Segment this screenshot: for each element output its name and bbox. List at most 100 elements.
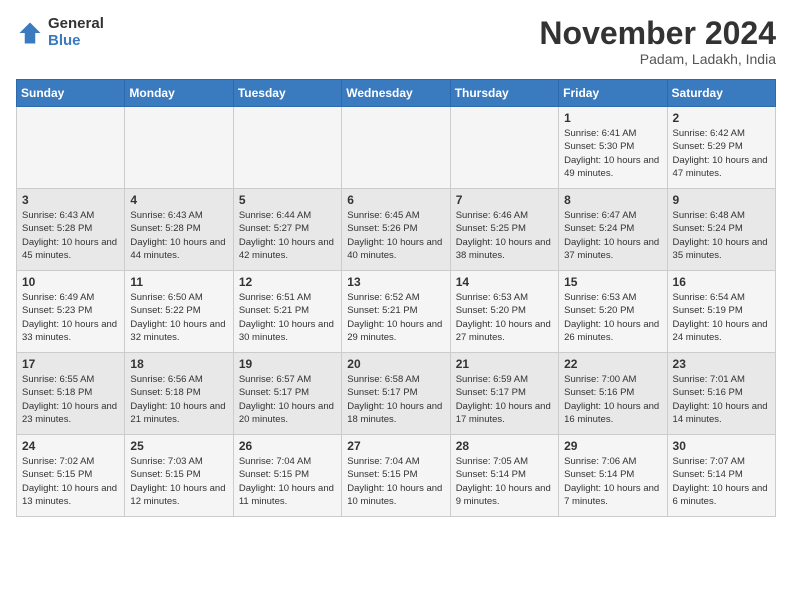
calendar-cell: 21Sunrise: 6:59 AM Sunset: 5:17 PM Dayli… — [450, 353, 558, 435]
calendar-cell: 3 Sunrise: 6:43 AM Sunset: 5:28 PM Daylig… — [17, 189, 125, 271]
day-number: 9 — [673, 193, 770, 207]
week-row-3: 10 Sunrise: 6:49 AM Sunset: 5:23 PM Dayli… — [17, 271, 776, 353]
day-info: Sunrise: 7:02 AM Sunset: 5:15 PM Dayligh… — [22, 455, 119, 508]
calendar-cell — [233, 107, 341, 189]
day-info: Sunrise: 7:05 AM Sunset: 5:14 PM Dayligh… — [456, 455, 553, 508]
day-number: 4 — [130, 193, 227, 207]
day-number: 27 — [347, 439, 444, 453]
calendar-cell: 28Sunrise: 7:05 AM Sunset: 5:14 PM Dayli… — [450, 435, 558, 517]
day-number: 10 — [22, 275, 119, 289]
calendar-cell: 2 Sunrise: 6:42 AM Sunset: 5:29 PM Daylig… — [667, 107, 775, 189]
day-number: 29 — [564, 439, 661, 453]
day-number: 25 — [130, 439, 227, 453]
calendar-cell: 19 Sunrise: 6:57 AM Sunset: 5:17 PM Dayli… — [233, 353, 341, 435]
week-row-4: 17Sunrise: 6:55 AM Sunset: 5:18 PM Dayli… — [17, 353, 776, 435]
day-number: 7 — [456, 193, 553, 207]
day-number: 8 — [564, 193, 661, 207]
month-title: November 2024 — [539, 16, 776, 51]
header-monday: Monday — [125, 80, 233, 107]
header-wednesday: Wednesday — [342, 80, 450, 107]
header-saturday: Saturday — [667, 80, 775, 107]
day-info: Sunrise: 7:04 AM Sunset: 5:15 PM Dayligh… — [239, 455, 336, 508]
day-info: Sunrise: 7:07 AM Sunset: 5:14 PM Dayligh… — [673, 455, 770, 508]
logo: General Blue — [16, 16, 104, 49]
day-number: 11 — [130, 275, 227, 289]
calendar-cell: 4 Sunrise: 6:43 AM Sunset: 5:28 PM Daylig… — [125, 189, 233, 271]
day-number: 2 — [673, 111, 770, 125]
day-number: 16 — [673, 275, 770, 289]
day-info: Sunrise: 6:59 AM Sunset: 5:17 PM Dayligh… — [456, 373, 553, 426]
day-info: Sunrise: 7:01 AM Sunset: 5:16 PM Dayligh… — [673, 373, 770, 426]
calendar-cell — [17, 107, 125, 189]
day-info: Sunrise: 6:42 AM Sunset: 5:29 PM Dayligh… — [673, 127, 770, 180]
day-number: 18 — [130, 357, 227, 371]
header-tuesday: Tuesday — [233, 80, 341, 107]
calendar-cell: 20 Sunrise: 6:58 AM Sunset: 5:17 PM Dayli… — [342, 353, 450, 435]
header-friday: Friday — [559, 80, 667, 107]
calendar-cell: 7 Sunrise: 6:46 AM Sunset: 5:25 PM Daylig… — [450, 189, 558, 271]
calendar-cell — [125, 107, 233, 189]
day-number: 13 — [347, 275, 444, 289]
day-info: Sunrise: 6:52 AM Sunset: 5:21 PM Dayligh… — [347, 291, 444, 344]
day-info: Sunrise: 6:41 AM Sunset: 5:30 PM Dayligh… — [564, 127, 661, 180]
day-info: Sunrise: 6:50 AM Sunset: 5:22 PM Dayligh… — [130, 291, 227, 344]
logo-icon — [16, 19, 44, 47]
day-info: Sunrise: 6:43 AM Sunset: 5:28 PM Dayligh… — [22, 209, 119, 262]
logo-blue-text: Blue — [48, 33, 104, 50]
calendar-cell: 18Sunrise: 6:56 AM Sunset: 5:18 PM Dayli… — [125, 353, 233, 435]
calendar-cell: 13 Sunrise: 6:52 AM Sunset: 5:21 PM Dayli… — [342, 271, 450, 353]
day-info: Sunrise: 7:03 AM Sunset: 5:15 PM Dayligh… — [130, 455, 227, 508]
calendar-cell: 11 Sunrise: 6:50 AM Sunset: 5:22 PM Dayli… — [125, 271, 233, 353]
day-info: Sunrise: 6:46 AM Sunset: 5:25 PM Dayligh… — [456, 209, 553, 262]
calendar-cell: 25 Sunrise: 7:03 AM Sunset: 5:15 PM Dayli… — [125, 435, 233, 517]
day-number: 6 — [347, 193, 444, 207]
day-number: 5 — [239, 193, 336, 207]
day-info: Sunrise: 6:57 AM Sunset: 5:17 PM Dayligh… — [239, 373, 336, 426]
week-row-1: 1 Sunrise: 6:41 AM Sunset: 5:30 PM Daylig… — [17, 107, 776, 189]
calendar-cell — [342, 107, 450, 189]
calendar-cell: 17Sunrise: 6:55 AM Sunset: 5:18 PM Dayli… — [17, 353, 125, 435]
calendar-cell: 23 Sunrise: 7:01 AM Sunset: 5:16 PM Dayli… — [667, 353, 775, 435]
calendar-header: SundayMondayTuesdayWednesdayThursdayFrid… — [17, 80, 776, 107]
calendar-cell: 29 Sunrise: 7:06 AM Sunset: 5:14 PM Dayli… — [559, 435, 667, 517]
calendar-cell: 27 Sunrise: 7:04 AM Sunset: 5:15 PM Dayli… — [342, 435, 450, 517]
day-info: Sunrise: 6:45 AM Sunset: 5:26 PM Dayligh… — [347, 209, 444, 262]
calendar-body: 1 Sunrise: 6:41 AM Sunset: 5:30 PM Daylig… — [17, 107, 776, 517]
day-number: 19 — [239, 357, 336, 371]
day-number: 26 — [239, 439, 336, 453]
day-number: 1 — [564, 111, 661, 125]
calendar-cell: 8Sunrise: 6:47 AM Sunset: 5:24 PM Daylig… — [559, 189, 667, 271]
day-info: Sunrise: 6:58 AM Sunset: 5:17 PM Dayligh… — [347, 373, 444, 426]
day-number: 14 — [456, 275, 553, 289]
calendar-cell: 16 Sunrise: 6:54 AM Sunset: 5:19 PM Dayli… — [667, 271, 775, 353]
week-row-2: 3 Sunrise: 6:43 AM Sunset: 5:28 PM Daylig… — [17, 189, 776, 271]
calendar-cell: 30Sunrise: 7:07 AM Sunset: 5:14 PM Dayli… — [667, 435, 775, 517]
day-number: 3 — [22, 193, 119, 207]
header-thursday: Thursday — [450, 80, 558, 107]
day-info: Sunrise: 6:54 AM Sunset: 5:19 PM Dayligh… — [673, 291, 770, 344]
title-block: November 2024 Padam, Ladakh, India — [539, 16, 776, 67]
calendar-table: SundayMondayTuesdayWednesdayThursdayFrid… — [16, 79, 776, 517]
day-number: 22 — [564, 357, 661, 371]
day-number: 15 — [564, 275, 661, 289]
logo-general-text: General — [48, 16, 104, 33]
day-info: Sunrise: 7:00 AM Sunset: 5:16 PM Dayligh… — [564, 373, 661, 426]
day-info: Sunrise: 6:43 AM Sunset: 5:28 PM Dayligh… — [130, 209, 227, 262]
calendar-cell: 9 Sunrise: 6:48 AM Sunset: 5:24 PM Daylig… — [667, 189, 775, 271]
week-row-5: 24Sunrise: 7:02 AM Sunset: 5:15 PM Dayli… — [17, 435, 776, 517]
calendar-cell: 15 Sunrise: 6:53 AM Sunset: 5:20 PM Dayli… — [559, 271, 667, 353]
day-info: Sunrise: 6:49 AM Sunset: 5:23 PM Dayligh… — [22, 291, 119, 344]
day-info: Sunrise: 6:48 AM Sunset: 5:24 PM Dayligh… — [673, 209, 770, 262]
day-number: 20 — [347, 357, 444, 371]
day-info: Sunrise: 7:06 AM Sunset: 5:14 PM Dayligh… — [564, 455, 661, 508]
page-header: General Blue November 2024 Padam, Ladakh… — [16, 16, 776, 67]
header-row: SundayMondayTuesdayWednesdayThursdayFrid… — [17, 80, 776, 107]
day-info: Sunrise: 6:53 AM Sunset: 5:20 PM Dayligh… — [564, 291, 661, 344]
calendar-cell: 26 Sunrise: 7:04 AM Sunset: 5:15 PM Dayli… — [233, 435, 341, 517]
day-number: 17 — [22, 357, 119, 371]
calendar-cell — [450, 107, 558, 189]
day-info: Sunrise: 7:04 AM Sunset: 5:15 PM Dayligh… — [347, 455, 444, 508]
header-sunday: Sunday — [17, 80, 125, 107]
day-number: 23 — [673, 357, 770, 371]
calendar-cell: 1 Sunrise: 6:41 AM Sunset: 5:30 PM Daylig… — [559, 107, 667, 189]
